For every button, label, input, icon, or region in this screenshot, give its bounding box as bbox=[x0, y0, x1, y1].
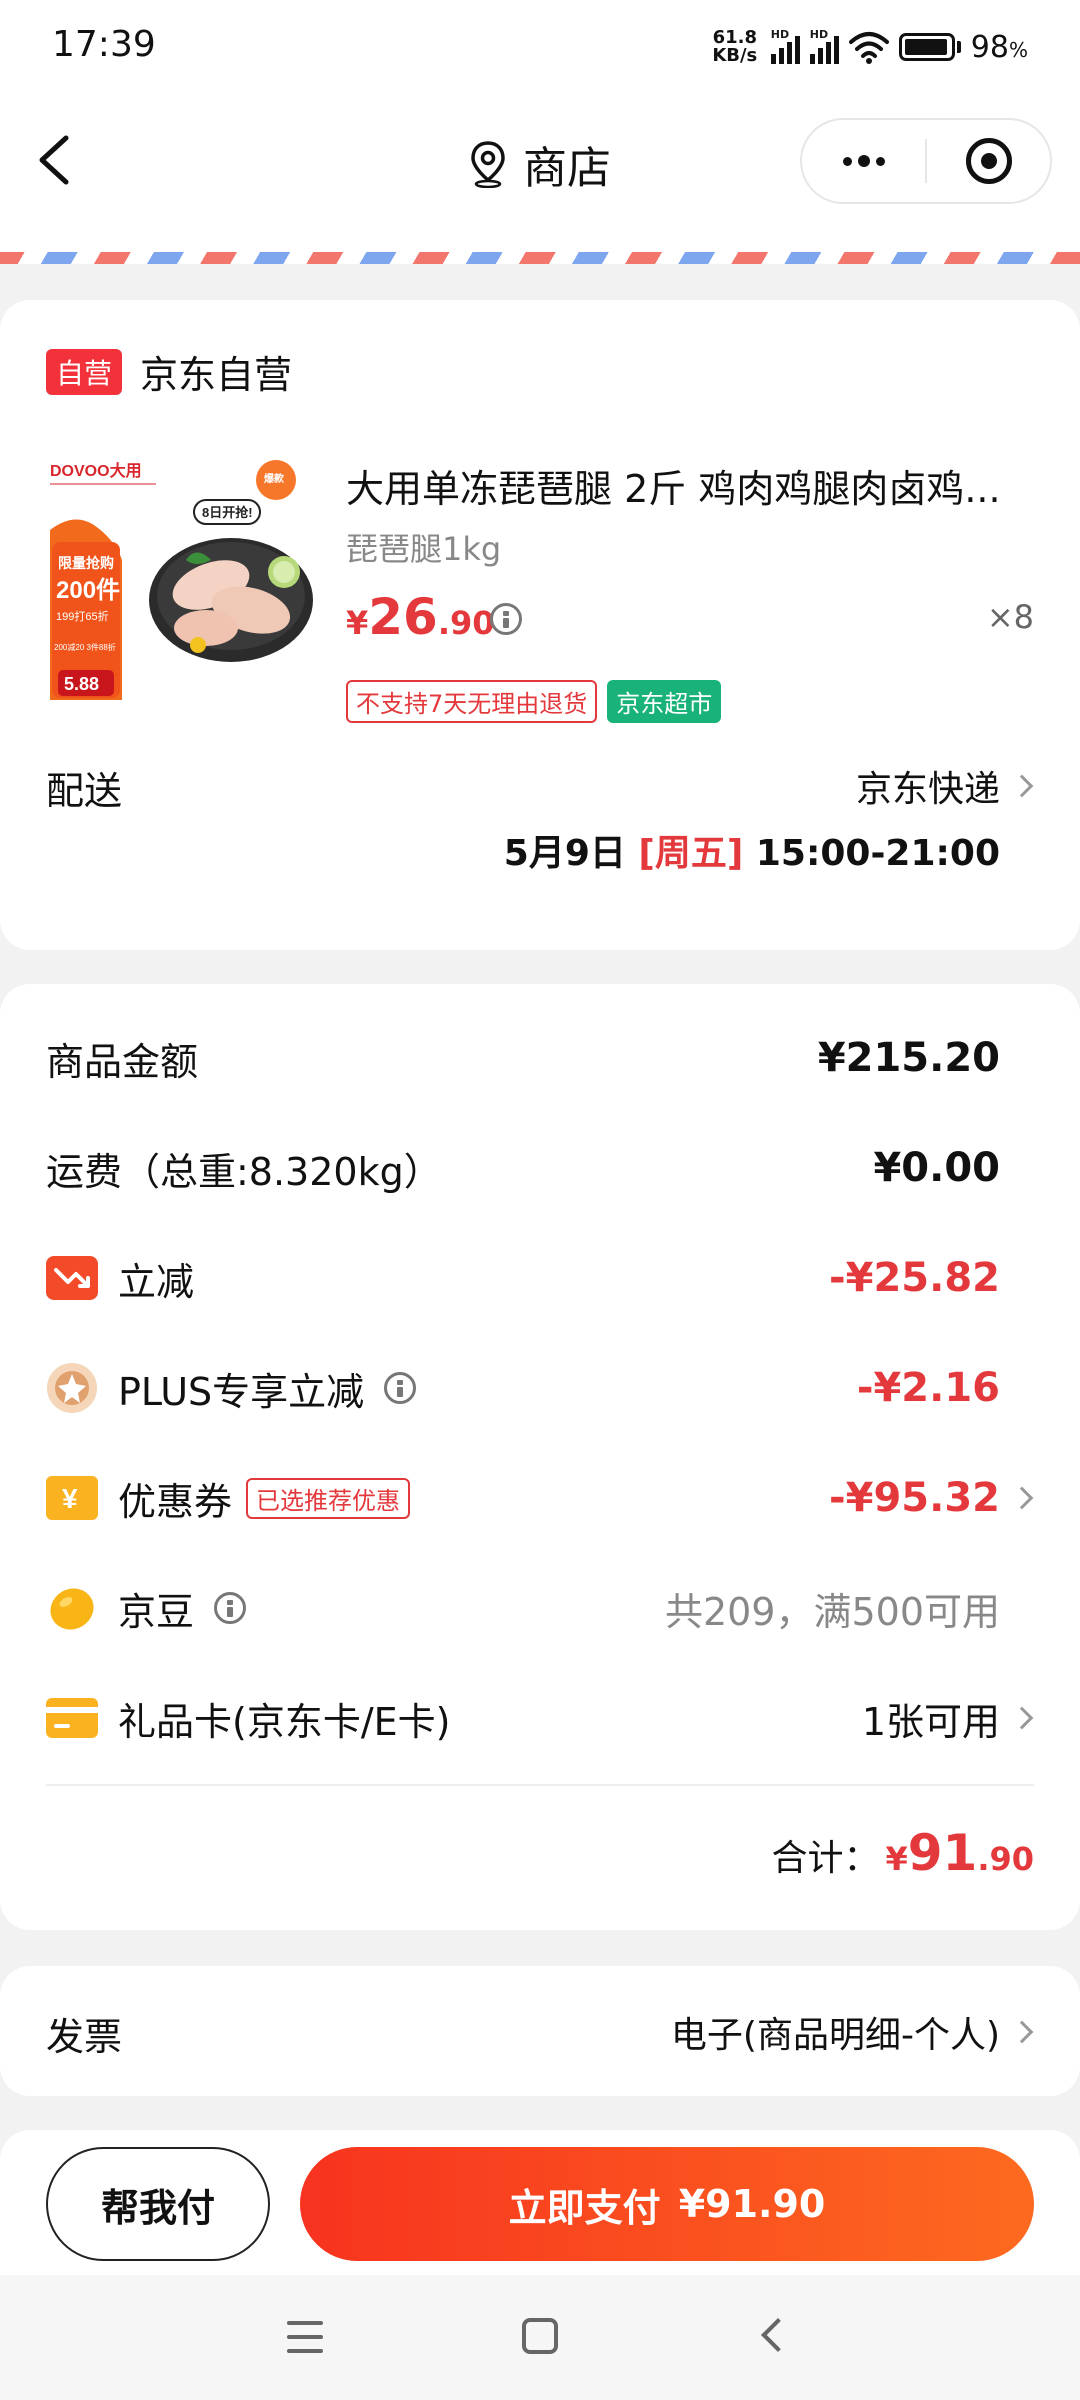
no-return-tag: 不支持7天无理由退货 bbox=[346, 680, 598, 723]
recent-apps-icon[interactable] bbox=[287, 2321, 323, 2353]
product-spec: 琵琶腿1kg bbox=[346, 530, 502, 568]
coupon-icon: ¥ bbox=[46, 1476, 98, 1520]
envelope-stripe bbox=[0, 252, 1080, 264]
discount-down-icon bbox=[46, 1256, 98, 1300]
recommended-coupon-tag: 已选推荐优惠 bbox=[246, 1477, 411, 1519]
plus-info-icon[interactable] bbox=[384, 1372, 417, 1404]
svg-text:限量抢购: 限量抢购 bbox=[58, 555, 114, 571]
shipping-method[interactable]: 京东快递 bbox=[856, 760, 1000, 812]
supermarket-tag: 京东超市 bbox=[607, 680, 722, 723]
miniprogram-capsule bbox=[800, 118, 1052, 204]
goods-amount-row: 商品金额 ¥215.20 bbox=[46, 1035, 1000, 1084]
close-miniprogram-button[interactable] bbox=[927, 120, 1050, 202]
svg-text:199打65折: 199打65折 bbox=[56, 609, 109, 623]
bottom-action-bar: 帮我付 立即支付 ¥91.90 bbox=[0, 2130, 1080, 2275]
product-image[interactable]: DOVOO大用 8日开抢! 爆款 限量抢购 200件 199打65折 200减2… bbox=[46, 450, 316, 710]
svg-text:200件: 200件 bbox=[56, 577, 120, 604]
battery-level: 98% bbox=[970, 29, 1028, 65]
invoice-value: 电子(商品明细-个人) bbox=[670, 2015, 1000, 2056]
instant-discount: -¥25.82 bbox=[829, 1255, 1000, 1301]
page-title: 商店 bbox=[523, 143, 611, 194]
help-me-pay-button[interactable]: 帮我付 bbox=[46, 2147, 270, 2261]
goods-amount: ¥215.20 bbox=[817, 1035, 1000, 1081]
plus-discount-row: PLUS专享立减 -¥2.16 bbox=[46, 1358, 1034, 1418]
location-pin-icon bbox=[471, 141, 505, 188]
shipping-fee: ¥0.00 bbox=[873, 1145, 1000, 1191]
product-tags: 不支持7天无理由退货 京东超市 bbox=[346, 680, 722, 723]
product-title[interactable]: 大用单冻琵琶腿 2斤 鸡肉鸡腿肉卤鸡... bbox=[346, 458, 1036, 513]
order-item-card: 自营 京东自营 DOVOO大用 8日开抢! 爆款 限量抢购 200件 199打6… bbox=[0, 300, 1080, 950]
chevron-right-icon[interactable] bbox=[1010, 1706, 1034, 1730]
chevron-right-icon[interactable] bbox=[1010, 2020, 1034, 2044]
more-dots-icon bbox=[842, 155, 885, 167]
target-icon bbox=[965, 138, 1012, 184]
status-icons: 61.8 KB/s HD HD 98% bbox=[709, 20, 1028, 74]
nav-bar: 商店 bbox=[0, 96, 1080, 256]
chevron-right-icon[interactable] bbox=[1010, 774, 1034, 798]
shipping-label: 配送 bbox=[46, 769, 123, 813]
store-header: 自营 京东自营 bbox=[46, 344, 292, 399]
status-bar: 17:39 61.8 KB/s HD HD 98% bbox=[0, 0, 1080, 96]
shipping-fee-row: 运费（总重:8.320kg） ¥0.00 bbox=[46, 1145, 1000, 1194]
system-nav-bar bbox=[0, 2275, 1080, 2400]
pay-now-button[interactable]: 立即支付 ¥91.90 bbox=[300, 2147, 1034, 2261]
invoice-row[interactable]: 发票 电子(商品明细-个人) bbox=[0, 1966, 1080, 2096]
coupon-discount: -¥95.32 bbox=[829, 1475, 1000, 1521]
gift-card-status: 1张可用 bbox=[861, 1699, 1000, 1744]
more-button[interactable] bbox=[802, 120, 925, 202]
svg-text:DOVOO大用: DOVOO大用 bbox=[50, 461, 142, 480]
divider bbox=[46, 1784, 1034, 1786]
store-name: 京东自营 bbox=[140, 353, 293, 397]
system-back-icon[interactable] bbox=[761, 2318, 795, 2352]
jingdou-info-icon[interactable] bbox=[214, 1592, 247, 1624]
status-time: 17:39 bbox=[52, 24, 156, 65]
gift-card-row[interactable]: 礼品卡(京东卡/E卡) 1张可用 bbox=[46, 1688, 1034, 1748]
price-summary-card: 商品金额 ¥215.20 运费（总重:8.320kg） ¥0.00 立减 -¥2… bbox=[0, 984, 1080, 1930]
jingdou-row[interactable]: 京豆 共209，满500可用 bbox=[46, 1578, 1034, 1638]
jingdou-bean-icon bbox=[46, 1586, 98, 1630]
coupon-row[interactable]: ¥ 优惠券 已选推荐优惠 -¥95.32 bbox=[46, 1468, 1034, 1528]
wifi-icon bbox=[848, 32, 889, 64]
battery-icon bbox=[898, 33, 961, 61]
gift-card-icon bbox=[46, 1696, 98, 1740]
price-info-icon[interactable] bbox=[490, 603, 522, 635]
product-quantity: ×8 bbox=[986, 598, 1034, 636]
svg-text:8日开抢!: 8日开抢! bbox=[202, 505, 253, 520]
svg-text:200减20 3件88折: 200减20 3件88折 bbox=[54, 642, 116, 652]
svg-text:5.88: 5.88 bbox=[64, 674, 99, 694]
svg-text:¥: ¥ bbox=[62, 1483, 78, 1514]
signal-icon: HD bbox=[809, 28, 839, 64]
order-total: 合计： ¥ 91 .90 bbox=[771, 1824, 1034, 1882]
signal-icon: HD bbox=[770, 28, 800, 64]
instant-discount-row: 立减 -¥25.82 bbox=[46, 1248, 1034, 1308]
chevron-right-icon[interactable] bbox=[1010, 1486, 1034, 1510]
home-icon[interactable] bbox=[522, 2318, 558, 2354]
checkout-page: 17:39 61.8 KB/s HD HD 98% 商店 自营 京东自营 DOV… bbox=[0, 0, 1080, 2400]
plus-member-icon bbox=[46, 1363, 98, 1413]
jingdou-status: 共209，满500可用 bbox=[664, 1589, 1000, 1634]
plus-discount: -¥2.16 bbox=[856, 1365, 1000, 1411]
network-speed: 61.8 KB/s bbox=[712, 27, 758, 66]
product-price: ¥ 26 .90 bbox=[346, 588, 495, 646]
delivery-time[interactable]: 5月9日 [周五] 15:00-21:00 bbox=[504, 824, 1000, 876]
self-operated-badge: 自营 bbox=[46, 348, 123, 395]
invoice-label: 发票 bbox=[46, 2015, 123, 2059]
svg-text:爆款: 爆款 bbox=[264, 472, 285, 485]
